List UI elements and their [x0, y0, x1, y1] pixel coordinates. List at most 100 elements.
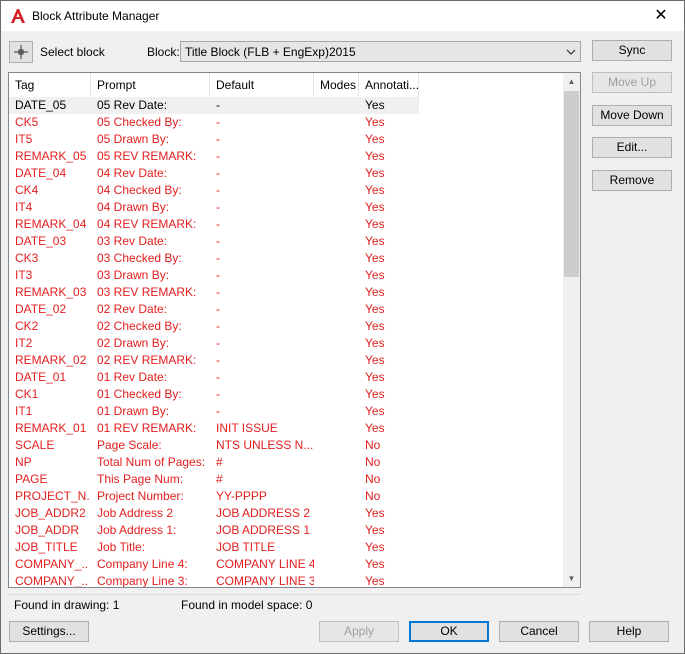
- cell-default: #: [216, 472, 223, 486]
- title-bar[interactable]: Block Attribute Manager ✕: [1, 1, 684, 31]
- cell-default: JOB ADDRESS 2: [216, 506, 311, 520]
- table-row[interactable]: IT5 05 Drawn By: - Yes: [9, 131, 564, 148]
- cell-default: COMPANY LINE 3: [216, 574, 314, 588]
- column-header-tag[interactable]: Tag: [9, 73, 91, 97]
- cell-prompt: 03 Drawn By:: [97, 268, 170, 282]
- table-row[interactable]: DATE_01 01 Rev Date: - Yes: [9, 369, 564, 386]
- cell-tag: REMARK_02: [15, 353, 87, 367]
- cell-prompt: Company Line 3:: [97, 574, 188, 588]
- table-row[interactable]: CK3 03 Checked By: - Yes: [9, 250, 564, 267]
- cell-prompt: 01 Rev Date:: [97, 370, 168, 384]
- edit-button[interactable]: Edit...: [592, 137, 672, 158]
- table-row[interactable]: IT3 03 Drawn By: - Yes: [9, 267, 564, 284]
- cell-prompt: 03 REV REMARK:: [97, 285, 197, 299]
- column-header-default[interactable]: Default: [210, 73, 314, 97]
- cell-prompt: 05 Checked By:: [97, 115, 182, 129]
- vertical-scrollbar[interactable]: ▲ ▼: [563, 73, 580, 587]
- cell-annotative: Yes: [365, 132, 385, 146]
- ok-button[interactable]: OK: [409, 621, 489, 642]
- apply-button[interactable]: Apply: [319, 621, 399, 642]
- table-row[interactable]: PROJECT_N... Project Number: YY-PPPP No: [9, 488, 564, 505]
- cell-modes: [320, 438, 360, 454]
- table-row[interactable]: REMARK_02 02 REV REMARK: - Yes: [9, 352, 564, 369]
- cell-modes: [320, 268, 360, 284]
- cell-prompt: Project Number:: [97, 489, 184, 503]
- table-row[interactable]: REMARK_03 03 REV REMARK: - Yes: [9, 284, 564, 301]
- table-row[interactable]: REMARK_05 05 REV REMARK: - Yes: [9, 148, 564, 165]
- help-button[interactable]: Help: [589, 621, 669, 642]
- select-block-button[interactable]: [9, 41, 33, 63]
- close-button[interactable]: ✕: [638, 1, 684, 31]
- table-row[interactable]: CK5 05 Checked By: - Yes: [9, 114, 564, 131]
- cell-default: -: [216, 336, 220, 350]
- attribute-list[interactable]: Tag Prompt Default Modes Annotati... DAT…: [8, 72, 581, 588]
- remove-button[interactable]: Remove: [592, 170, 672, 191]
- cancel-button[interactable]: Cancel: [499, 621, 579, 642]
- select-block-label: Select block: [40, 45, 105, 59]
- table-row[interactable]: SCALE Page Scale: NTS UNLESS N... No: [9, 437, 564, 454]
- cell-tag: COMPANY_...: [15, 557, 89, 571]
- move-up-button[interactable]: Move Up: [592, 72, 672, 93]
- cell-modes: [320, 166, 360, 182]
- move-down-button[interactable]: Move Down: [592, 105, 672, 126]
- table-row[interactable]: PAGE This Page Num: # No: [9, 471, 564, 488]
- cell-prompt: Page Scale:: [97, 438, 162, 452]
- sync-button[interactable]: Sync: [592, 40, 672, 61]
- cell-modes: [320, 489, 360, 505]
- found-in-drawing-text: Found in drawing: 1: [14, 598, 120, 612]
- column-header-annotative[interactable]: Annotati...: [359, 73, 419, 97]
- table-row[interactable]: JOB_TITLE Job Title: JOB TITLE Yes: [9, 539, 564, 556]
- scroll-down-icon[interactable]: ▼: [563, 570, 580, 587]
- table-row[interactable]: REMARK_04 04 REV REMARK: - Yes: [9, 216, 564, 233]
- window-title: Block Attribute Manager: [32, 9, 160, 23]
- table-row[interactable]: NP Total Num of Pages: # No: [9, 454, 564, 471]
- cell-default: -: [216, 319, 220, 333]
- autocad-app-icon: [11, 9, 25, 23]
- table-row[interactable]: IT1 01 Drawn By: - Yes: [9, 403, 564, 420]
- block-attribute-manager-window: Block Attribute Manager ✕ Select block B…: [0, 0, 685, 654]
- cell-annotative: Yes: [365, 268, 385, 282]
- cell-default: -: [216, 353, 220, 367]
- cell-prompt: 04 Drawn By:: [97, 200, 170, 214]
- scroll-up-icon[interactable]: ▲: [563, 73, 580, 90]
- block-label: Block:: [147, 45, 180, 59]
- cell-prompt: 05 Drawn By:: [97, 132, 170, 146]
- cell-tag: CK1: [15, 387, 39, 401]
- cell-default: -: [216, 404, 220, 418]
- cell-default: -: [216, 132, 220, 146]
- cell-tag: IT5: [15, 132, 33, 146]
- cell-modes: [320, 217, 360, 233]
- column-header-modes[interactable]: Modes: [314, 73, 359, 97]
- cell-tag: NP: [15, 455, 32, 469]
- cell-default: -: [216, 183, 220, 197]
- cell-modes: [320, 557, 360, 573]
- table-row[interactable]: JOB_ADDR2 Job Address 2 JOB ADDRESS 2 Yes: [9, 505, 564, 522]
- cell-modes: [320, 132, 360, 148]
- scroll-thumb[interactable]: [564, 91, 579, 277]
- table-row[interactable]: DATE_02 02 Rev Date: - Yes: [9, 301, 564, 318]
- table-row[interactable]: REMARK_01 01 REV REMARK: INIT ISSUE Yes: [9, 420, 564, 437]
- table-row[interactable]: CK1 01 Checked By: - Yes: [9, 386, 564, 403]
- table-row[interactable]: CK2 02 Checked By: - Yes: [9, 318, 564, 335]
- cell-annotative: Yes: [365, 200, 385, 214]
- table-row[interactable]: IT2 02 Drawn By: - Yes: [9, 335, 564, 352]
- cell-annotative: Yes: [365, 574, 385, 588]
- table-row[interactable]: JOB_ADDR Job Address 1: JOB ADDRESS 1 Yes: [9, 522, 564, 539]
- cell-default: -: [216, 149, 220, 163]
- cell-tag: IT2: [15, 336, 33, 350]
- cell-prompt: 02 Drawn By:: [97, 336, 170, 350]
- cell-annotative: Yes: [365, 302, 385, 316]
- block-dropdown[interactable]: Title Block (FLB + EngExp)2015: [180, 41, 581, 62]
- table-row[interactable]: DATE_05 05 Rev Date: - Yes: [9, 97, 564, 114]
- table-row[interactable]: DATE_03 03 Rev Date: - Yes: [9, 233, 564, 250]
- cell-annotative: Yes: [365, 421, 385, 435]
- cell-prompt: 04 Checked By:: [97, 183, 182, 197]
- settings-button[interactable]: Settings...: [9, 621, 89, 642]
- table-row[interactable]: COMPANY_... Company Line 4: COMPANY LINE 4…: [9, 556, 564, 573]
- table-row[interactable]: DATE_04 04 Rev Date: - Yes: [9, 165, 564, 182]
- table-row[interactable]: COMPANY_... Company Line 3: COMPANY LINE 3…: [9, 573, 564, 588]
- cell-prompt: 01 REV REMARK:: [97, 421, 197, 435]
- table-row[interactable]: CK4 04 Checked By: - Yes: [9, 182, 564, 199]
- table-row[interactable]: IT4 04 Drawn By: - Yes: [9, 199, 564, 216]
- column-header-prompt[interactable]: Prompt: [91, 73, 210, 97]
